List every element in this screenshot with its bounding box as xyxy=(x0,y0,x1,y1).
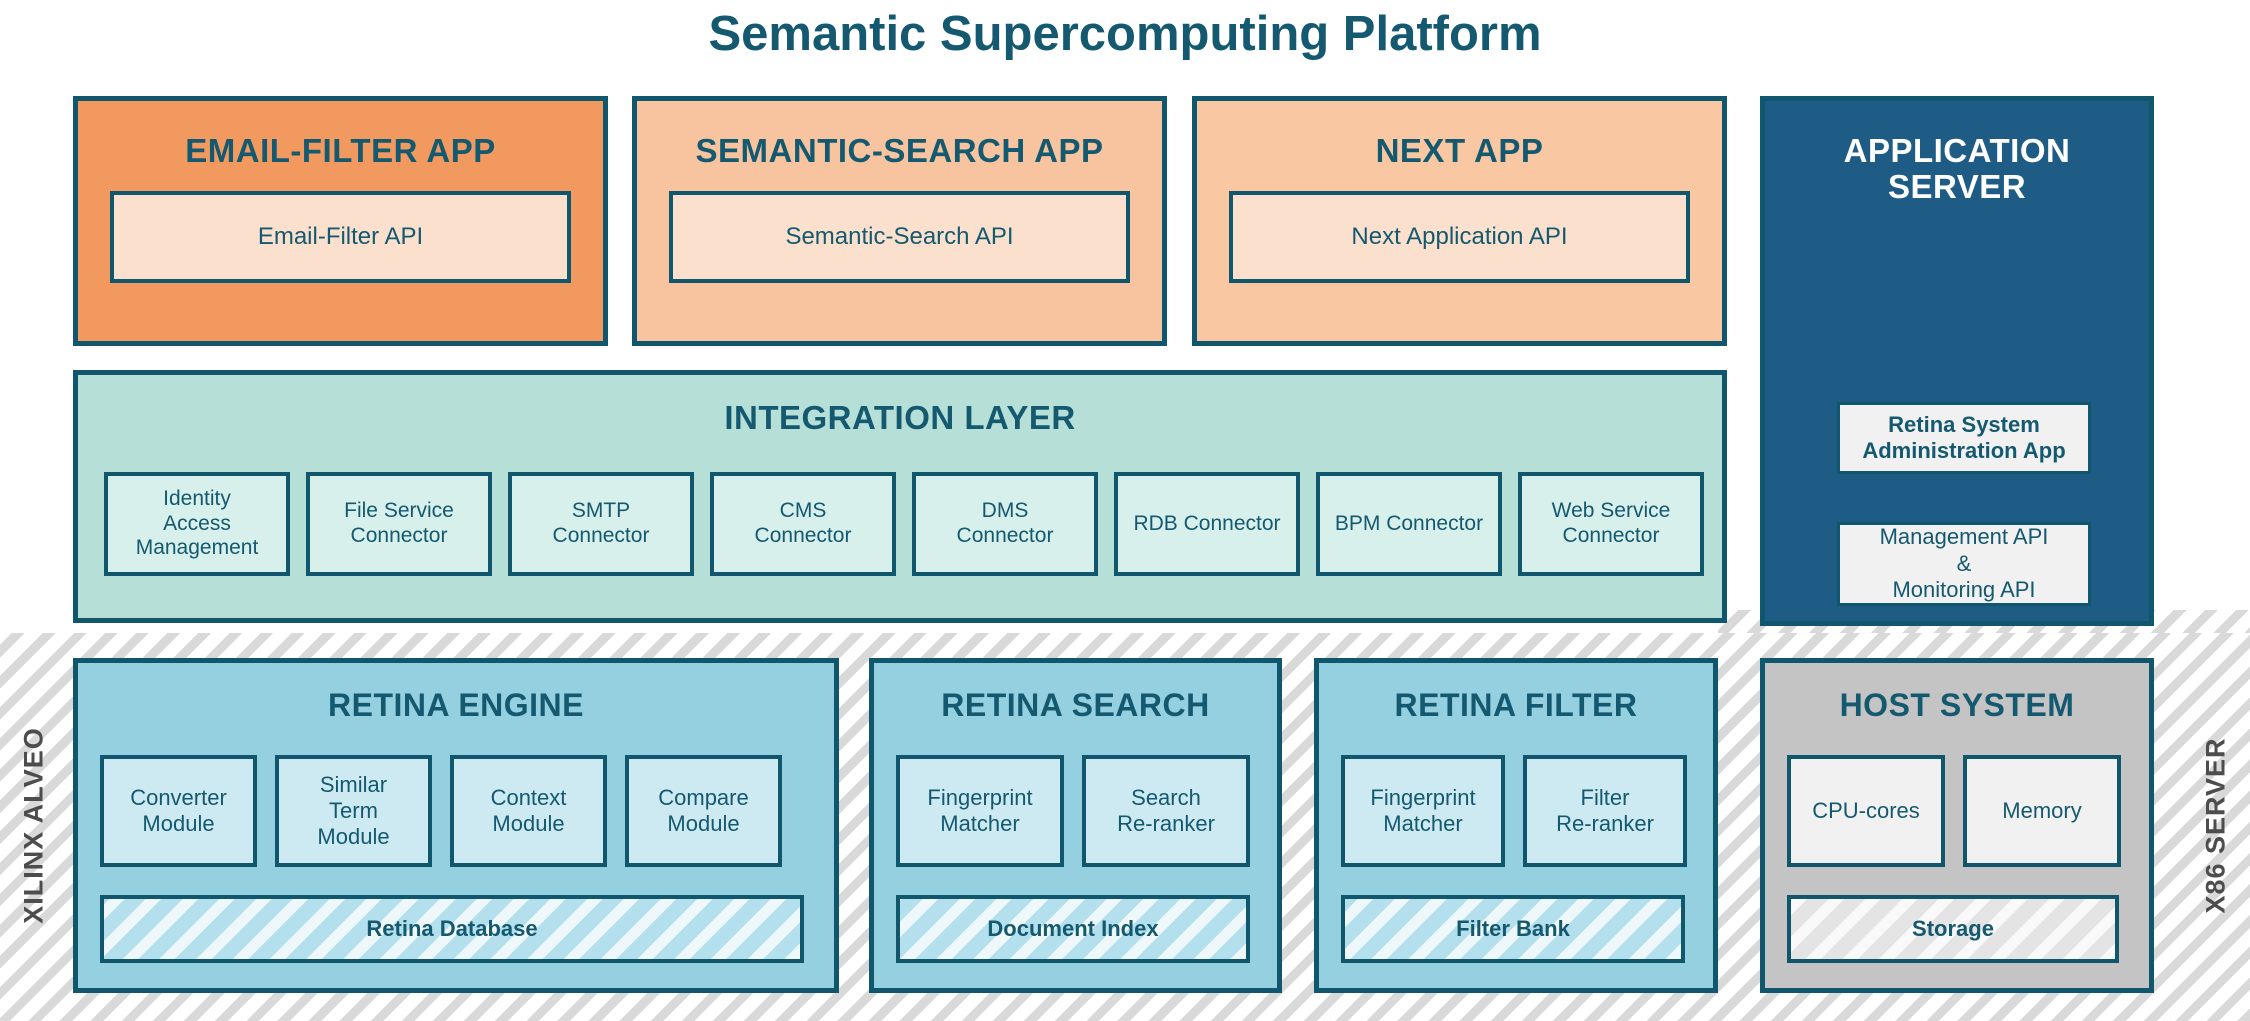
application-server-panel[interactable]: APPLICATION SERVER Retina System Adminis… xyxy=(1760,96,2159,631)
app-api-label-next: Next Application API xyxy=(1351,223,1568,250)
app-api-semantic-search[interactable]: Semantic-Search API xyxy=(669,191,1134,287)
xilinx-alveo-label: XILINX ALVEO xyxy=(18,727,49,924)
app-panel-email-filter[interactable]: EMAIL-FILTER APP Email-Filter API xyxy=(73,96,613,351)
connector-label: RDB Connector xyxy=(1133,511,1281,535)
module-context[interactable]: Context Module xyxy=(450,755,611,871)
app-api-email-filter[interactable]: Email-Filter API xyxy=(110,191,575,287)
integration-layer-title: INTEGRATION LAYER xyxy=(724,399,1076,436)
store-label: Filter Bank xyxy=(1456,916,1570,942)
module-label: Fingerprint Matcher xyxy=(927,785,1033,836)
connector-identity-access-management[interactable]: Identity Access Management xyxy=(104,472,294,580)
module-filter-re-ranker[interactable]: Filter Re-ranker xyxy=(1523,755,1691,871)
connector-label: File Service Connector xyxy=(344,499,454,547)
connector-rdb[interactable]: RDB Connector xyxy=(1114,472,1304,580)
application-server-title: APPLICATION SERVER xyxy=(1843,132,2071,205)
retina-search-title: RETINA SEARCH xyxy=(941,687,1210,723)
app-title-next: NEXT APP xyxy=(1375,132,1544,169)
module-fingerprint-matcher-search[interactable]: Fingerprint Matcher xyxy=(896,755,1068,871)
retina-filter-title: RETINA FILTER xyxy=(1394,687,1638,723)
connector-dms[interactable]: DMS Connector xyxy=(912,472,1102,580)
module-label: CPU-cores xyxy=(1812,798,1920,824)
connector-label: Web Service Connector xyxy=(1551,499,1671,547)
store-label: Retina Database xyxy=(366,916,538,942)
store-label: Document Index xyxy=(987,916,1159,942)
host-system-title: HOST SYSTEM xyxy=(1839,687,2075,723)
store-document-index[interactable]: Document Index xyxy=(896,895,1254,967)
connector-label: SMTP Connector xyxy=(552,499,650,547)
connector-bpm[interactable]: BPM Connector xyxy=(1316,472,1506,580)
store-label: Storage xyxy=(1912,916,1994,942)
app-panel-semantic-search[interactable]: SEMANTIC-SEARCH APP Semantic-Search API xyxy=(632,96,1172,351)
connector-file-service[interactable]: File Service Connector xyxy=(306,472,496,580)
retina-search-panel[interactable]: RETINA SEARCH Fingerprint Matcher Search… xyxy=(869,658,1287,998)
host-system-panel[interactable]: HOST SYSTEM CPU-cores Memory Storage xyxy=(1760,658,2159,998)
store-storage[interactable]: Storage xyxy=(1787,895,2123,967)
app-api-label-email-filter: Email-Filter API xyxy=(257,223,424,250)
app-title-semantic-search: SEMANTIC-SEARCH APP xyxy=(695,132,1104,169)
connector-web-service[interactable]: Web Service Connector xyxy=(1518,472,1708,580)
module-fingerprint-matcher-filter[interactable]: Fingerprint Matcher xyxy=(1341,755,1509,871)
connector-label: Identity Access Management xyxy=(135,486,259,560)
module-memory[interactable]: Memory xyxy=(1963,755,2125,871)
module-label: Memory xyxy=(2002,798,2082,824)
integration-layer-panel: INTEGRATION LAYER Identity Access Manage… xyxy=(73,370,1732,628)
connector-label: DMS Connector xyxy=(956,499,1054,547)
module-label: Converter Module xyxy=(130,785,227,836)
page-title: Semantic Supercomputing Platform xyxy=(708,7,1542,61)
module-label: Similar Term Module xyxy=(317,772,390,849)
app-title-email-filter: EMAIL-FILTER APP xyxy=(185,132,496,169)
retina-filter-panel[interactable]: RETINA FILTER Fingerprint Matcher Filter… xyxy=(1314,658,1723,998)
app-panel-next[interactable]: NEXT APP Next Application API xyxy=(1192,96,1732,351)
module-label: Compare Module xyxy=(658,785,749,836)
store-retina-database[interactable]: Retina Database xyxy=(100,895,808,967)
app-api-next[interactable]: Next Application API xyxy=(1229,191,1694,287)
retina-engine-panel[interactable]: RETINA ENGINE Converter Module Similar T… xyxy=(73,658,844,998)
module-search-re-ranker[interactable]: Search Re-ranker xyxy=(1082,755,1254,871)
connector-smtp[interactable]: SMTP Connector xyxy=(508,472,698,580)
management-monitoring-api-box[interactable]: Management API & Monitoring API xyxy=(1837,522,2096,611)
connector-cms[interactable]: CMS Connector xyxy=(710,472,900,580)
module-compare[interactable]: Compare Module xyxy=(625,755,786,871)
module-converter[interactable]: Converter Module xyxy=(100,755,261,871)
connector-label: BPM Connector xyxy=(1334,511,1484,535)
store-filter-bank[interactable]: Filter Bank xyxy=(1341,895,1689,967)
retina-system-administration-app-box[interactable]: Retina System Administration App xyxy=(1837,402,2096,479)
retina-system-administration-app-label: Retina System Administration App xyxy=(1862,411,2066,463)
module-similar-term[interactable]: Similar Term Module xyxy=(275,755,436,871)
module-label: Filter Re-ranker xyxy=(1556,785,1654,836)
module-label: Search Re-ranker xyxy=(1117,785,1215,836)
management-monitoring-api-label: Management API & Monitoring API xyxy=(1879,524,2049,603)
module-cpu-cores[interactable]: CPU-cores xyxy=(1787,755,1949,871)
app-api-label-semantic-search: Semantic-Search API xyxy=(785,223,1014,250)
x86-server-label: X86 SERVER xyxy=(2200,737,2231,914)
module-label: Fingerprint Matcher xyxy=(1370,785,1476,836)
retina-engine-title: RETINA ENGINE xyxy=(328,687,584,723)
module-label: Context Module xyxy=(490,785,567,836)
connector-label: CMS Connector xyxy=(754,499,852,547)
